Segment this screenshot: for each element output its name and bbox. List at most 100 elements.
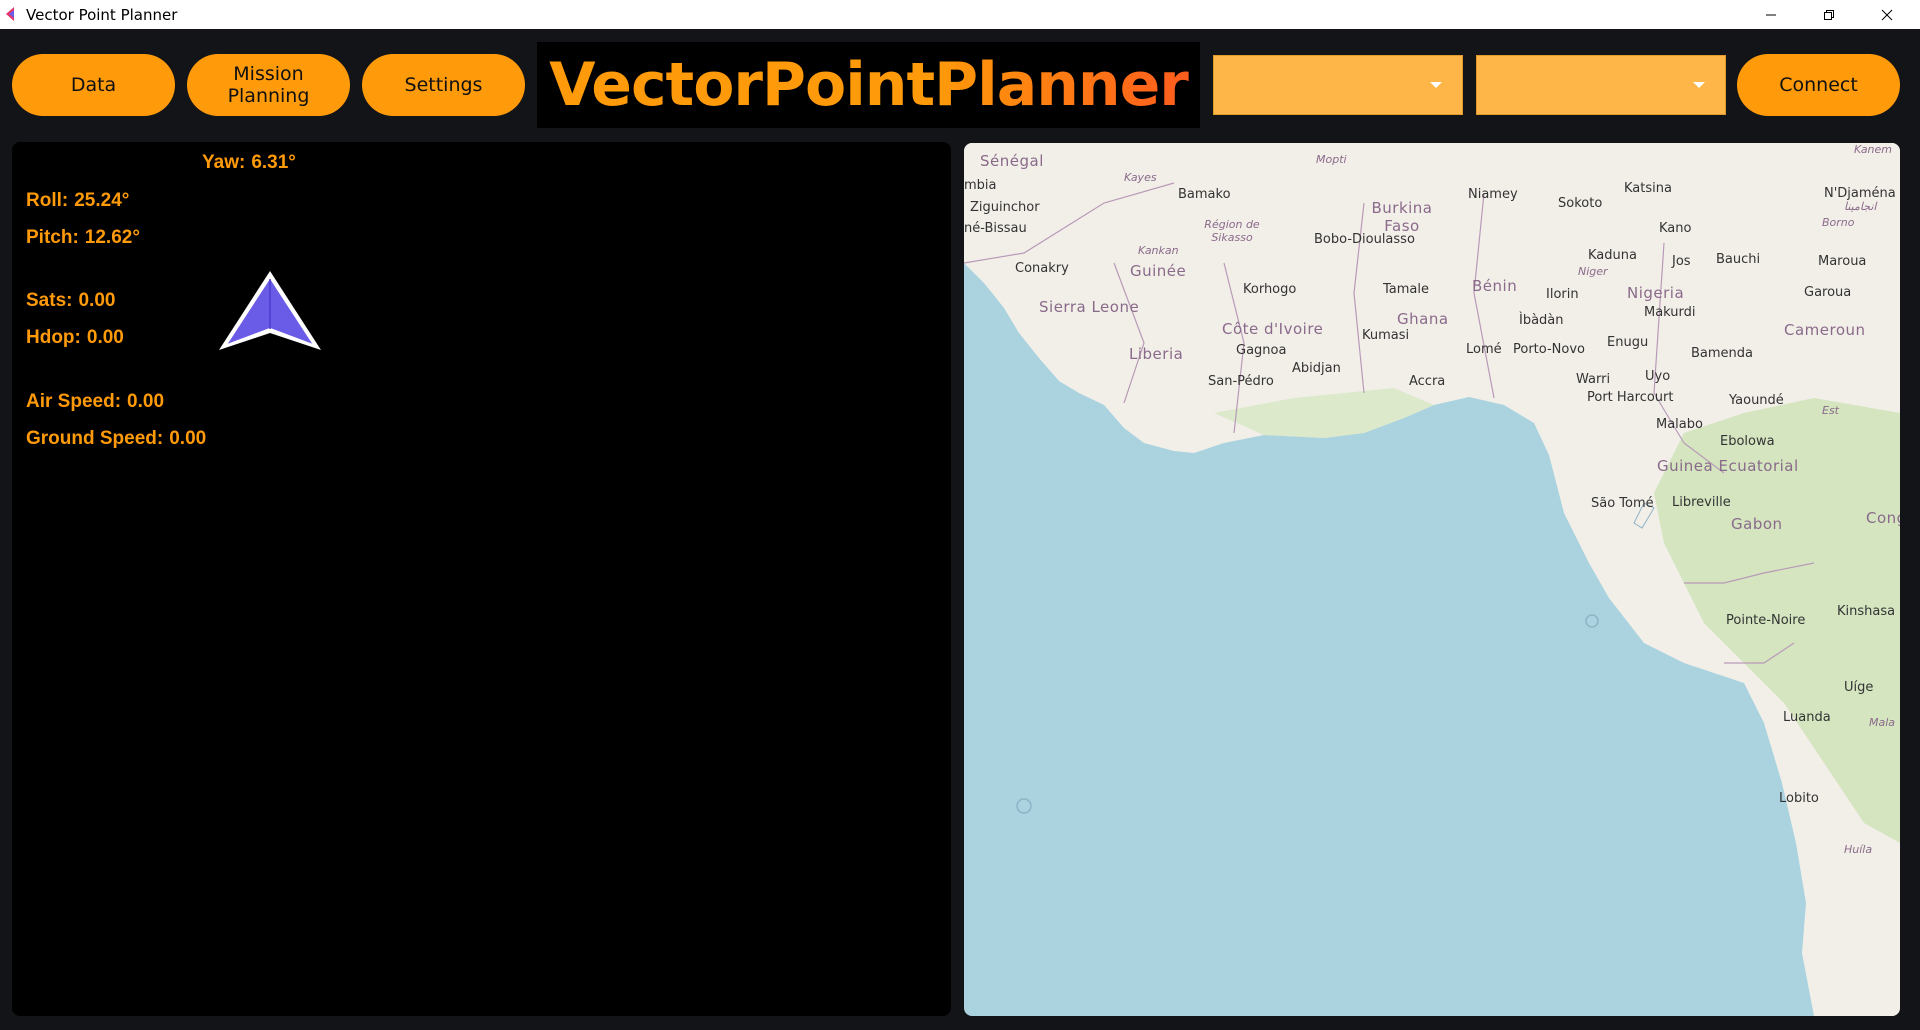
map-city-bauchi: Bauchi — [1716, 252, 1761, 267]
telemetry-panel: Yaw: 6.31° Roll: 25.24° Pitch: 12.62° Sats:… — [12, 142, 951, 1016]
map-city-jos: Jos — [1672, 254, 1691, 269]
map-region-kayes: Kayes — [1124, 171, 1157, 184]
map-city-gagnoa: Gagnoa — [1236, 343, 1287, 358]
map-city-conakry: Conakry — [1015, 261, 1069, 276]
map-city-niamey: Niamey — [1468, 187, 1518, 202]
roll-label: Roll: — [26, 190, 69, 211]
minimize-icon — [1766, 14, 1776, 15]
map-label-guinea-ecuatorial: Guinea Ecuatorial — [1657, 457, 1799, 475]
map-city-enugu: Enugu — [1607, 335, 1649, 350]
ground-speed-value: 0.00 — [169, 428, 207, 449]
pitch-readout: Pitch: 12.62° — [26, 227, 140, 249]
map-city-luanda: Luanda — [1783, 710, 1831, 725]
map-city-accra: Accra — [1409, 374, 1446, 389]
settings-button[interactable]: Settings — [362, 54, 525, 116]
chevron-down-icon — [1430, 82, 1442, 88]
map-city-pointe-noire: Pointe-Noire — [1726, 613, 1806, 628]
close-icon — [1881, 9, 1893, 20]
app-logo-icon — [6, 7, 14, 21]
navigation-arrow-icon — [219, 271, 321, 350]
brand-title: VectorPointPlanner — [537, 42, 1200, 128]
map-label-cameroun: Cameroun — [1784, 321, 1866, 339]
map-city-mbia: mbia — [964, 178, 997, 193]
roll-value: 25.24° — [74, 190, 130, 211]
map-city-sao-tome: São Tomé — [1591, 496, 1654, 511]
yaw-readout: Yaw: 6.31° — [202, 152, 296, 174]
map-city-bamako: Bamako — [1178, 187, 1231, 202]
map-city-bobo-dioulasso: Bobo-Dioulasso — [1314, 232, 1415, 247]
ground-speed-label: Ground Speed: — [26, 428, 164, 449]
map-label-liberia: Liberia — [1129, 345, 1184, 363]
map-label-benin: Bénin — [1472, 277, 1518, 295]
map-city-bamenda: Bamenda — [1691, 346, 1754, 361]
map-city-makurdi: Makurdi — [1644, 305, 1696, 320]
map-city-abidjan: Abidjan — [1292, 361, 1341, 376]
map-city-san-pedro: San-Pédro — [1208, 374, 1274, 389]
ground-speed-readout: Ground Speed: 0.00 — [26, 428, 206, 450]
map-city-ebolowa: Ebolowa — [1720, 434, 1775, 449]
pitch-value: 12.62° — [84, 227, 140, 248]
yaw-label: Yaw: — [202, 152, 246, 173]
map-label-senegal: Sénégal — [980, 152, 1044, 170]
map-region-sikasso: Région de Sikasso — [1204, 218, 1260, 244]
map-city-ziguinchor: Ziguinchor — [970, 200, 1040, 215]
data-button[interactable]: Data — [12, 54, 175, 116]
air-speed-value: 0.00 — [127, 391, 165, 412]
map-region-borno: Borno — [1822, 216, 1855, 229]
mission-planning-button[interactable]: Mission Planning — [187, 54, 350, 116]
map-city-korhogo: Korhogo — [1243, 282, 1297, 297]
window-title: Vector Point Planner — [26, 6, 178, 24]
connection-port-dropdown[interactable] — [1213, 55, 1463, 115]
close-button[interactable] — [1858, 0, 1916, 29]
map-city-ibadan: Ìbàdàn — [1519, 313, 1564, 328]
map-city-tamale: Tamale — [1383, 282, 1429, 297]
top-toolbar: Data Mission Planning Settings VectorPoi… — [0, 29, 1920, 133]
minimize-button[interactable] — [1742, 0, 1800, 29]
map-region-kanem: Kanem — [1854, 143, 1893, 156]
map-city-kano: Kano — [1659, 221, 1692, 236]
map-region-kankan: Kankan — [1138, 244, 1179, 257]
brand-banner: VectorPointPlanner — [537, 42, 1200, 128]
connect-button[interactable]: Connect — [1737, 54, 1900, 116]
map-city-maroua: Maroua — [1818, 254, 1867, 269]
chevron-down-icon — [1693, 82, 1705, 88]
yaw-value: 6.31° — [251, 152, 296, 173]
map-city-libreville: Libreville — [1672, 495, 1731, 510]
map-view[interactable]: Sénégal Guinée Sierra Leone Liberia Côte… — [964, 143, 1900, 1016]
restore-button[interactable] — [1800, 0, 1858, 29]
map-city-warri: Warri — [1576, 372, 1611, 387]
map-label-cote-divoire: Côte d'Ivoire — [1222, 320, 1324, 338]
map-city-kinshasa: Kinshasa — [1837, 604, 1896, 619]
sats-label: Sats: — [26, 290, 73, 311]
map-label-burkina-faso: Burkina Faso — [1371, 199, 1433, 235]
map-city-katsina: Katsina — [1624, 181, 1672, 196]
map-label-cong: Cong — [1866, 509, 1900, 527]
map-city-lome: Lomé — [1466, 342, 1502, 357]
map-city-lobito: Lobito — [1779, 791, 1819, 806]
map-region-arabic: انجامينا — [1844, 200, 1877, 213]
window-titlebar: Vector Point Planner — [0, 0, 1920, 29]
baud-rate-dropdown[interactable] — [1476, 55, 1726, 115]
map-city-bissau: né-Bissau — [964, 221, 1027, 236]
sats-readout: Sats: 0.00 — [26, 290, 115, 312]
map-city-ndjamena: N'Djaména — [1824, 186, 1896, 201]
map-city-yaounde: Yaoundé — [1729, 393, 1784, 408]
map-label-ghana: Ghana — [1397, 310, 1449, 328]
air-speed-readout: Air Speed: 0.00 — [26, 391, 164, 413]
map-label-guinee: Guinée — [1130, 262, 1187, 280]
air-speed-label: Air Speed: — [26, 391, 122, 412]
map-city-porto-novo: Porto-Novo — [1513, 342, 1585, 357]
map-region-mopti: Mopti — [1316, 153, 1347, 166]
hdop-value: 0.00 — [86, 327, 124, 348]
sats-value: 0.00 — [78, 290, 116, 311]
map-city-ilorin: Ilorin — [1546, 287, 1579, 302]
map-region-niger: Niger — [1578, 265, 1608, 278]
map-city-kumasi: Kumasi — [1362, 328, 1410, 343]
hdop-readout: Hdop: 0.00 — [26, 327, 124, 349]
map-city-port-harcourt: Port Harcourt — [1587, 390, 1674, 405]
map-city-uyo: Uyo — [1645, 369, 1671, 384]
map-city-uige: Uíge — [1844, 680, 1874, 695]
map-label-sierra-leone: Sierra Leone — [1039, 298, 1140, 316]
map-region-mala: Mala — [1869, 716, 1896, 729]
roll-readout: Roll: 25.24° — [26, 190, 129, 212]
